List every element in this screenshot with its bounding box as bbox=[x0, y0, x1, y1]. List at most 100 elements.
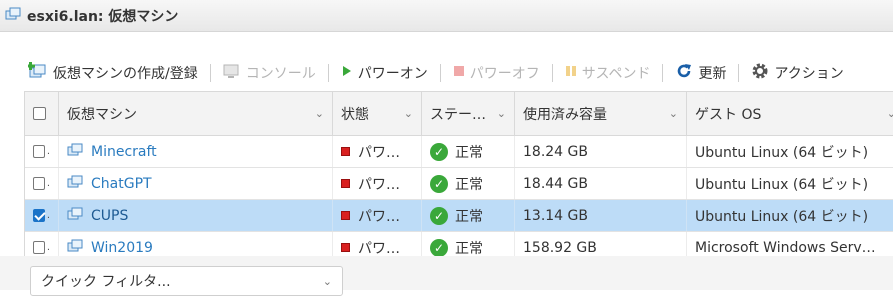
vm-state-cell: パワ… bbox=[333, 168, 422, 199]
check-circle-icon: ✓ bbox=[430, 238, 448, 257]
chevron-down-icon: ⌄ bbox=[322, 274, 332, 288]
table-row[interactable]: . ChatGPT パワ… ✓ 正常 18.44 GB Ubuntu Linux … bbox=[25, 168, 893, 200]
column-header-vm[interactable]: 仮想マシン ⌄ bbox=[59, 92, 333, 135]
powered-off-icon bbox=[341, 147, 350, 156]
row-select-cell[interactable]: . bbox=[25, 168, 59, 199]
toolbar-separator bbox=[439, 64, 441, 82]
vm-icon bbox=[67, 142, 85, 162]
vm-status-text: 正常 bbox=[455, 240, 483, 257]
title-bar: esxi6.lan: 仮想マシン bbox=[0, 0, 893, 32]
vm-state-cell: パワ… bbox=[333, 200, 422, 231]
create-vm-icon bbox=[27, 62, 48, 84]
toolbar-separator bbox=[738, 64, 740, 82]
vm-name-link[interactable]: ChatGPT bbox=[91, 176, 152, 192]
refresh-label: 更新 bbox=[698, 66, 727, 82]
vm-icon bbox=[67, 174, 85, 194]
window-title: esxi6.lan: 仮想マシン bbox=[27, 8, 179, 25]
toolbar-separator bbox=[551, 64, 553, 82]
column-header-status[interactable]: ステー… ⌄ bbox=[422, 92, 515, 135]
table-row[interactable]: . Minecraft パワ… ✓ 正常 18.24 GB Ubuntu Linu… bbox=[25, 136, 893, 168]
row-select-cell[interactable]: . bbox=[25, 136, 59, 167]
vm-name-link[interactable]: Minecraft bbox=[91, 144, 157, 160]
row-checkbox[interactable] bbox=[33, 145, 45, 158]
vm-guest-os-cell: Ubuntu Linux (64 ビット) bbox=[687, 200, 893, 231]
refresh-button[interactable]: 更新 bbox=[669, 62, 732, 84]
vm-state-text: パワ… bbox=[358, 240, 400, 257]
suspend-button[interactable]: サスペンド bbox=[559, 63, 657, 83]
vm-status-text: 正常 bbox=[455, 144, 483, 161]
quick-filter-dropdown[interactable]: クイック フィルタ... ⌄ bbox=[30, 266, 343, 296]
refresh-icon bbox=[675, 62, 693, 84]
actions-label: アクション bbox=[774, 66, 844, 82]
vm-name-link[interactable]: CUPS bbox=[91, 208, 128, 224]
vm-state-cell: パワ… bbox=[333, 136, 422, 167]
vm-used-space-cell: 13.14 GB bbox=[515, 200, 687, 231]
play-icon bbox=[341, 64, 353, 82]
toolbar-separator bbox=[327, 64, 329, 82]
chevron-down-icon[interactable]: ⌄ bbox=[669, 107, 678, 120]
toolbar-separator bbox=[209, 64, 211, 82]
console-button[interactable]: コンソール bbox=[217, 63, 322, 83]
row-checkbox[interactable] bbox=[33, 241, 45, 254]
table-header: 仮想マシン ⌄ 状態 ⌄ ステー… ⌄ 使用済み容量 ⌄ ゲスト OS ⌄ bbox=[25, 92, 893, 136]
select-all-checkbox[interactable] bbox=[33, 107, 46, 120]
actions-button[interactable]: アクション bbox=[745, 62, 849, 84]
vm-guest-os-cell: Ubuntu Linux (64 ビット) bbox=[687, 136, 893, 167]
powered-off-icon bbox=[341, 211, 350, 220]
vm-state-text: パワ… bbox=[358, 176, 400, 193]
chevron-down-icon[interactable]: ⌄ bbox=[315, 107, 324, 120]
vm-state-text: パワ… bbox=[358, 208, 400, 225]
row-checkbox[interactable] bbox=[33, 177, 45, 190]
vm-status-text: 正常 bbox=[455, 208, 483, 225]
gear-icon bbox=[751, 62, 769, 84]
chevron-down-icon[interactable]: ⌄ bbox=[404, 107, 413, 120]
chevron-down-icon[interactable]: ⌄ bbox=[887, 107, 893, 120]
row-select-cell[interactable]: . bbox=[25, 200, 59, 231]
vm-icon bbox=[5, 6, 21, 26]
row-checkbox-checked[interactable] bbox=[33, 209, 45, 222]
power-off-button[interactable]: パワーオフ bbox=[447, 63, 546, 83]
vm-table: 仮想マシン ⌄ 状態 ⌄ ステー… ⌄ 使用済み容量 ⌄ ゲスト OS ⌄ . … bbox=[24, 91, 893, 265]
vm-used-space-cell: 18.44 GB bbox=[515, 168, 687, 199]
vm-icon bbox=[67, 206, 85, 226]
column-header-guest-os[interactable]: ゲスト OS ⌄ bbox=[687, 92, 893, 135]
suspend-label: サスペンド bbox=[581, 66, 651, 82]
power-off-label: パワーオフ bbox=[469, 66, 540, 82]
check-circle-icon: ✓ bbox=[430, 142, 448, 161]
vm-state-text: パワ… bbox=[358, 144, 400, 161]
stop-icon bbox=[453, 65, 465, 81]
create-vm-label: 仮想マシンの作成/登録 bbox=[53, 66, 198, 82]
vm-guest-os-cell: Ubuntu Linux (64 ビット) bbox=[687, 168, 893, 199]
column-header-label: 使用済み容量 bbox=[523, 106, 607, 123]
power-on-label: パワーオン bbox=[357, 66, 428, 82]
check-circle-icon: ✓ bbox=[430, 206, 448, 225]
vm-name-link[interactable]: Win2019 bbox=[91, 240, 153, 256]
column-header-state[interactable]: 状態 ⌄ bbox=[333, 92, 422, 135]
chevron-down-icon[interactable]: ⌄ bbox=[497, 107, 506, 120]
console-label: コンソール bbox=[245, 66, 316, 82]
create-vm-button[interactable]: 仮想マシンの作成/登録 bbox=[0, 62, 204, 84]
vm-status-cell: ✓ 正常 bbox=[422, 200, 515, 231]
powered-off-icon bbox=[341, 243, 350, 252]
toolbar: 仮想マシンの作成/登録 コンソール パワーオン パワーオフ サスペンド 更新 ア… bbox=[0, 57, 893, 89]
column-header-used-space[interactable]: 使用済み容量 ⌄ bbox=[515, 92, 687, 135]
quick-filter-label: クイック フィルタ... bbox=[41, 274, 171, 290]
vm-name-cell: Minecraft bbox=[59, 136, 333, 167]
table-row[interactable]: . CUPS パワ… ✓ 正常 13.14 GB Ubuntu Linux (64… bbox=[25, 200, 893, 232]
column-header-label: ステー… bbox=[430, 106, 486, 123]
column-header-label: 状態 bbox=[341, 106, 369, 123]
vm-status-cell: ✓ 正常 bbox=[422, 136, 515, 167]
vm-name-cell: ChatGPT bbox=[59, 168, 333, 199]
vm-status-text: 正常 bbox=[455, 176, 483, 193]
toolbar-separator bbox=[662, 64, 664, 82]
vm-name-cell: CUPS bbox=[59, 200, 333, 231]
column-header-label: 仮想マシン bbox=[67, 106, 137, 123]
vm-status-cell: ✓ 正常 bbox=[422, 168, 515, 199]
vm-icon bbox=[67, 238, 85, 258]
pause-icon bbox=[565, 65, 577, 81]
power-on-button[interactable]: パワーオン bbox=[335, 63, 434, 83]
vm-used-space-cell: 18.24 GB bbox=[515, 136, 687, 167]
column-header-label: ゲスト OS bbox=[695, 106, 762, 123]
select-all-header[interactable] bbox=[25, 92, 59, 135]
powered-off-icon bbox=[341, 179, 350, 188]
